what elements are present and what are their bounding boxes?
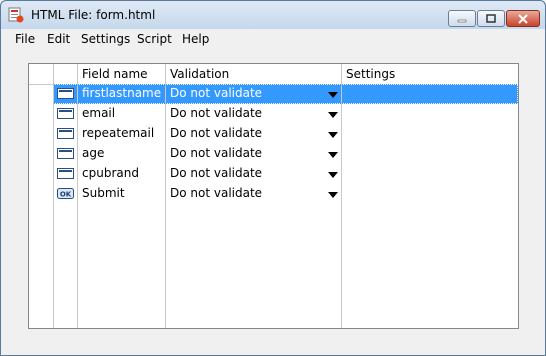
grid-row[interactable]: email Do not validate [29,104,518,124]
close-button[interactable] [506,10,540,27]
menu-edit[interactable]: Edit [47,32,70,46]
svg-text:OK: OK [60,191,72,199]
maximize-button[interactable] [477,10,505,27]
column-divider [165,64,166,328]
field-name-cell[interactable]: firstlastname [82,86,161,100]
header-settings[interactable]: Settings [346,67,395,81]
fields-grid[interactable]: Field name Validation Settings firstlast… [28,63,519,329]
menu-help[interactable]: Help [182,32,209,46]
textbox-icon [57,168,74,179]
grid-row[interactable]: cpubrand Do not validate [29,164,518,184]
field-name-cell[interactable]: Submit [82,186,125,200]
minimize-button[interactable] [448,10,476,27]
dropdown-arrow-icon[interactable] [328,132,338,138]
field-name-cell[interactable]: email [82,106,115,120]
close-icon [518,13,528,24]
grid-header: Field name Validation Settings [29,64,518,85]
menu-settings[interactable]: Settings [81,32,130,46]
menu-file[interactable]: File [15,32,35,46]
dropdown-arrow-icon[interactable] [328,172,338,178]
grid-row[interactable]: OK Submit Do not validate [29,184,518,204]
dropdown-arrow-icon[interactable] [328,92,338,98]
window-title: HTML File: form.html [31,8,156,22]
menu-bar: File Edit Settings Script Help [1,30,545,49]
menu-script[interactable]: Script [137,32,172,46]
validation-cell[interactable]: Do not validate [170,106,262,120]
app-window: HTML File: form.html File Edit Settings … [0,0,546,356]
minimize-icon [457,19,467,22]
validation-cell[interactable]: Do not validate [170,186,262,200]
ok-button-icon: OK [57,188,74,199]
textbox-icon [57,108,74,119]
header-validation[interactable]: Validation [170,67,229,81]
field-name-cell[interactable]: age [82,146,104,160]
validation-cell[interactable]: Do not validate [170,166,262,180]
validation-cell[interactable]: Do not validate [170,126,262,140]
column-divider [341,64,342,328]
textbox-icon [57,88,74,99]
title-bar[interactable]: HTML File: form.html [1,1,545,29]
dropdown-arrow-icon[interactable] [328,192,338,198]
validation-cell[interactable]: Do not validate [170,86,262,100]
validation-cell[interactable]: Do not validate [170,146,262,160]
grid-row[interactable]: age Do not validate [29,144,518,164]
dropdown-arrow-icon[interactable] [328,152,338,158]
textbox-icon [57,128,74,139]
field-name-cell[interactable]: repeatemail [82,126,154,140]
maximize-icon [486,14,496,23]
header-field-name[interactable]: Field name [82,67,148,81]
column-divider [53,64,54,328]
column-divider [77,64,78,328]
app-icon [8,7,24,23]
grid-row[interactable]: repeatemail Do not validate [29,124,518,144]
field-name-cell[interactable]: cpubrand [82,166,139,180]
textbox-icon [57,148,74,159]
grid-row[interactable]: firstlastname Do not validate [29,84,518,104]
dropdown-arrow-icon[interactable] [328,112,338,118]
